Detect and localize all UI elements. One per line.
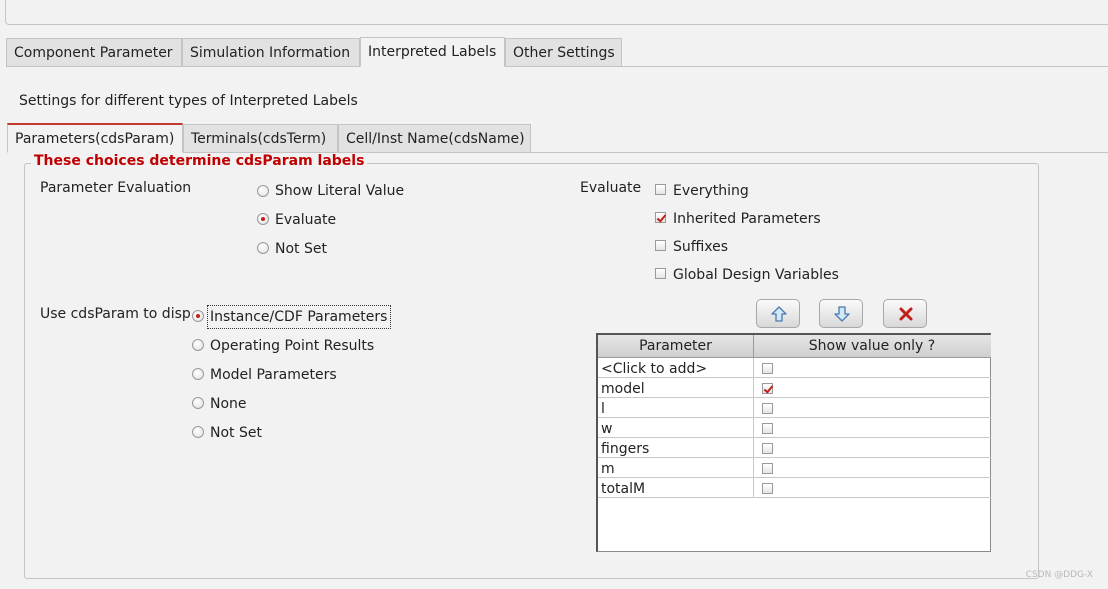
tab-underline-right [505,66,1108,67]
subtab-underline [531,152,1108,153]
radio-operating-point-results[interactable] [192,339,204,351]
checkbox-everything[interactable] [655,184,666,195]
table-cell-parameter[interactable]: model [598,378,753,398]
table-cell-parameter[interactable]: m [598,458,753,478]
radio-not-set-display[interactable] [192,426,204,438]
column-header-show-value-only[interactable]: Show value only ? [754,335,990,358]
checkbox-global-design-variables[interactable] [655,268,666,279]
row-separator [753,458,754,478]
radio-none[interactable] [192,397,204,409]
row-separator [753,358,754,378]
radio-show-literal-value[interactable] [257,185,269,197]
radio-operating-point-results-label: Operating Point Results [210,338,375,354]
checkbox-global-design-variables-label: Global Design Variables [673,267,839,283]
move-down-button[interactable] [819,299,863,328]
top-toolbar-area [5,0,1108,25]
evaluate-label: Evaluate [580,180,642,196]
row-show-value-checkbox[interactable] [762,363,773,374]
radio-not-set-display-label: Not Set [210,425,262,441]
row-separator [753,398,754,418]
row-separator [753,418,754,438]
table-cell-parameter[interactable]: <Click to add> [598,358,753,378]
checkbox-suffixes-label: Suffixes [673,239,729,255]
row-separator [753,478,754,498]
column-header-parameter[interactable]: Parameter [598,335,753,358]
table-cell-parameter[interactable]: l [598,398,753,418]
use-cdsparam-label: Use cdsParam to disp [40,306,191,322]
table-row[interactable]: fingers [598,438,991,458]
radio-not-set-eval-label: Not Set [275,241,327,257]
checkbox-inherited-parameters[interactable] [655,212,666,223]
row-show-value-checkbox[interactable] [762,423,773,434]
radio-none-label: None [210,396,247,412]
parameter-table: Parameter Show value only ? <Click to ad… [596,333,991,552]
watermark: CSDN @DDG-X [1025,570,1093,580]
description-text: Settings for different types of Interpre… [19,93,358,109]
table-row[interactable]: l [598,398,991,418]
tab-parameters-cdsparam[interactable]: Parameters(cdsParam) [7,123,183,153]
radio-show-literal-value-label: Show Literal Value [275,183,405,199]
move-up-button[interactable] [756,299,800,328]
row-separator [753,438,754,458]
arrow-up-icon [771,306,787,322]
radio-instance-cdf-parameters[interactable] [192,310,204,322]
tab-component-parameter[interactable]: Component Parameter [6,38,182,67]
tab-simulation-information[interactable]: Simulation Information [182,38,360,67]
table-row[interactable]: m [598,458,991,478]
radio-model-parameters-label: Model Parameters [210,367,337,383]
row-show-value-checkbox[interactable] [762,403,773,414]
tab-interpreted-labels[interactable]: Interpreted Labels [360,37,505,67]
row-separator [753,378,754,398]
table-row[interactable]: totalM [598,478,991,498]
delete-row-button[interactable] [883,299,927,328]
row-show-value-checkbox[interactable] [762,383,773,394]
row-show-value-checkbox[interactable] [762,463,773,474]
tab-cell-inst-name-cdsname[interactable]: Cell/Inst Name(cdsName) [338,124,531,153]
tab-terminals-cdsterm[interactable]: Terminals(cdsTerm) [183,124,338,153]
parameter-evaluation-label: Parameter Evaluation [40,180,192,196]
table-cell-parameter[interactable]: totalM [598,478,753,498]
radio-instance-cdf-parameters-label: Instance/CDF Parameters [210,309,388,325]
table-cell-parameter[interactable]: w [598,418,753,438]
checkbox-inherited-parameters-label: Inherited Parameters [673,211,821,227]
table-cell-parameter[interactable]: fingers [598,438,753,458]
radio-evaluate-label: Evaluate [275,212,337,228]
table-row[interactable]: <Click to add> [598,358,991,378]
radio-model-parameters[interactable] [192,368,204,380]
table-row[interactable]: model [598,378,991,398]
delete-x-icon [899,307,913,321]
row-show-value-checkbox[interactable] [762,483,773,494]
table-row[interactable]: w [598,418,991,438]
tab-underline-left [6,66,360,67]
table-header: Parameter Show value only ? [598,335,991,358]
checkbox-everything-label: Everything [673,183,749,199]
radio-not-set-eval[interactable] [257,242,269,254]
tab-other-settings[interactable]: Other Settings [505,38,622,67]
group-title: These choices determine cdsParam labels [31,153,368,169]
radio-evaluate[interactable] [257,213,269,225]
arrow-down-icon [834,306,850,322]
checkbox-suffixes[interactable] [655,240,666,251]
row-show-value-checkbox[interactable] [762,443,773,454]
